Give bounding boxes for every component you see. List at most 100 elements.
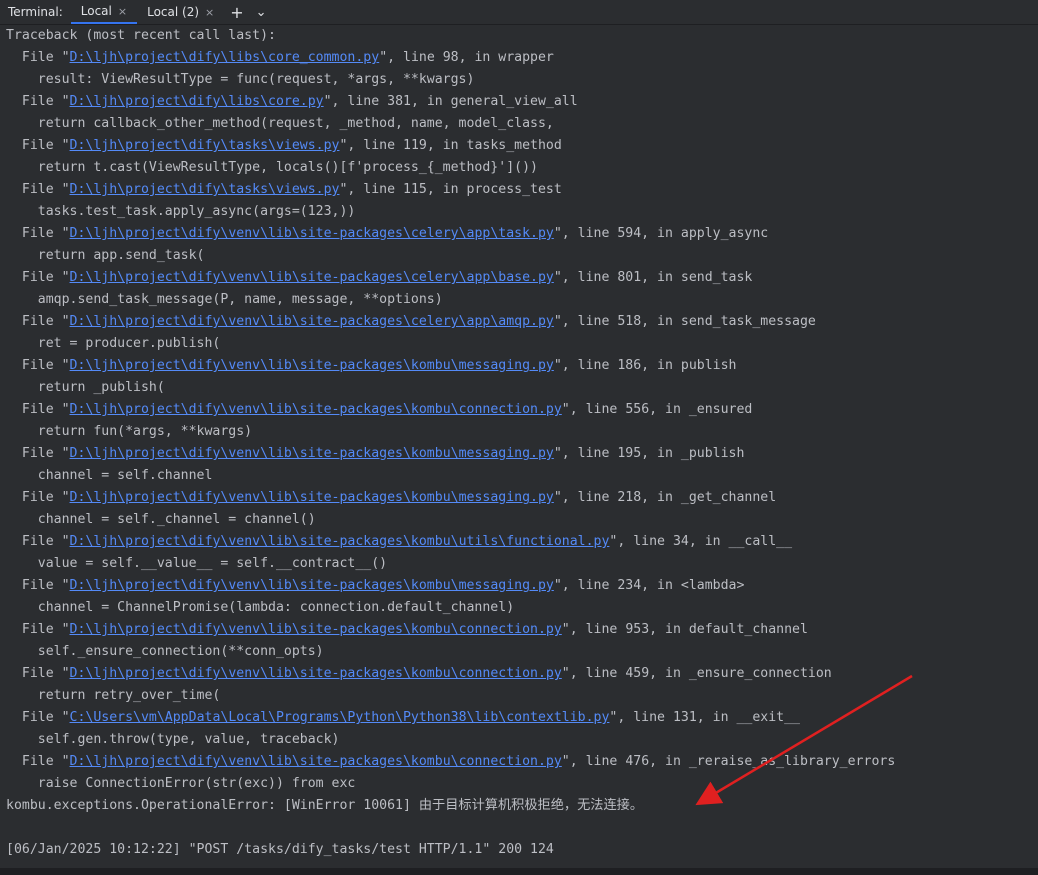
terminal-text: ", line 476, in _reraise_as_library_erro… (561, 754, 896, 769)
tab-local-2[interactable]: Local (2) × (137, 0, 224, 24)
file-path-link[interactable]: D:\ljh\project\dify\tasks\views.py (70, 138, 340, 153)
terminal-text: amqp.send_task_message(P, name, message,… (6, 292, 443, 307)
close-icon[interactable]: × (118, 5, 127, 18)
terminal-line: File "D:\ljh\project\dify\libs\core_comm… (6, 47, 554, 69)
terminal-text: ", line 381, in general_view_all (323, 94, 578, 109)
terminal-text: File " (6, 138, 70, 153)
file-path-link[interactable]: D:\ljh\project\dify\libs\core_common.py (70, 50, 380, 65)
terminal-line: File "C:\Users\vm\AppData\Local\Programs… (6, 707, 800, 729)
terminal-line: File "D:\ljh\project\dify\libs\core.py",… (6, 91, 578, 113)
file-path-link[interactable]: C:\Users\vm\AppData\Local\Programs\Pytho… (70, 710, 610, 725)
terminal-text: ", line 195, in _publish (553, 446, 745, 461)
terminal-text: result: ViewResultType = func(request, *… (6, 72, 475, 87)
terminal-line: File "D:\ljh\project\dify\venv\lib\site-… (6, 311, 816, 333)
file-path-link[interactable]: D:\ljh\project\dify\venv\lib\site-packag… (70, 402, 562, 417)
file-path-link[interactable]: D:\ljh\project\dify\venv\lib\site-packag… (70, 754, 562, 769)
terminal-text: ", line 98, in wrapper (379, 50, 554, 65)
tab-label: Local (2) (147, 5, 200, 19)
terminal-text: self._ensure_connection(**conn_opts) (6, 644, 324, 659)
terminal-text: ", line 801, in send_task (553, 270, 753, 285)
terminal-text: File " (6, 50, 70, 65)
terminal-text: File " (6, 666, 70, 681)
add-tab-icon[interactable]: + (224, 3, 249, 22)
terminal-line: File "D:\ljh\project\dify\tasks\views.py… (6, 135, 562, 157)
terminal-line: File "D:\ljh\project\dify\venv\lib\site-… (6, 399, 752, 421)
terminal-line: File "D:\ljh\project\dify\tasks\views.py… (6, 179, 562, 201)
chevron-down-icon[interactable]: ⌄ (250, 5, 273, 20)
terminal-line: File "D:\ljh\project\dify\venv\lib\site-… (6, 443, 745, 465)
terminal-text: return t.cast(ViewResultType, locals()[f… (6, 160, 538, 175)
terminal-text: File " (6, 578, 70, 593)
terminal-line: File "D:\ljh\project\dify\venv\lib\site-… (6, 663, 832, 685)
terminal-line: File "D:\ljh\project\dify\venv\lib\site-… (6, 619, 808, 641)
status-bar (0, 868, 1038, 875)
terminal-text: [06/Jan/2025 10:12:22] "POST /tasks/dify… (6, 842, 554, 857)
terminal-line: self.gen.throw(type, value, traceback) (6, 729, 340, 751)
terminal-text: tasks.test_task.apply_async(args=(123,)) (6, 204, 356, 219)
file-path-link[interactable]: D:\ljh\project\dify\venv\lib\site-packag… (70, 226, 554, 241)
terminal-text: File " (6, 534, 70, 549)
terminal-line: channel = self.channel (6, 465, 213, 487)
terminal-text: ", line 459, in _ensure_connection (561, 666, 832, 681)
terminal-text: return _publish( (6, 380, 165, 395)
terminal-text: channel = self.channel (6, 468, 213, 483)
terminal-line: channel = self._channel = channel() (6, 509, 316, 531)
terminal-output[interactable]: Traceback (most recent call last): File … (0, 25, 1038, 868)
terminal-line: return app.send_task( (6, 245, 205, 267)
file-path-link[interactable]: D:\ljh\project\dify\venv\lib\site-packag… (70, 578, 554, 593)
terminal-text: File " (6, 270, 70, 285)
file-path-link[interactable]: D:\ljh\project\dify\venv\lib\site-packag… (70, 666, 562, 681)
terminal-text: ", line 556, in _ensured (561, 402, 753, 417)
file-path-link[interactable]: D:\ljh\project\dify\libs\core.py (70, 94, 324, 109)
file-path-link[interactable]: D:\ljh\project\dify\tasks\views.py (70, 182, 340, 197)
file-path-link[interactable]: D:\ljh\project\dify\venv\lib\site-packag… (70, 534, 610, 549)
file-path-link[interactable]: D:\ljh\project\dify\venv\lib\site-packag… (70, 270, 554, 285)
terminal-line: return callback_other_method(request, _m… (6, 113, 554, 135)
terminal-line: value = self.__value__ = self.__contract… (6, 553, 387, 575)
terminal-text: raise ConnectionError(str(exc)) from exc (6, 776, 356, 791)
terminal-line: File "D:\ljh\project\dify\venv\lib\site-… (6, 267, 752, 289)
close-icon[interactable]: × (205, 6, 214, 19)
terminal-text: self.gen.throw(type, value, traceback) (6, 732, 340, 747)
terminal-text: ", line 953, in default_channel (561, 622, 808, 637)
terminal-line: raise ConnectionError(str(exc)) from exc (6, 773, 356, 795)
terminal-text: ret = producer.publish( (6, 336, 221, 351)
terminal-line: File "D:\ljh\project\dify\venv\lib\site-… (6, 487, 776, 509)
file-path-link[interactable]: D:\ljh\project\dify\venv\lib\site-packag… (70, 358, 554, 373)
terminal-line: kombu.exceptions.OperationalError: [WinE… (6, 795, 643, 817)
terminal-label: Terminal: (8, 5, 63, 19)
terminal-line: File "D:\ljh\project\dify\venv\lib\site-… (6, 575, 745, 597)
terminal-text: File " (6, 622, 70, 637)
terminal-line: [06/Jan/2025 10:12:22] "POST /tasks/dify… (6, 839, 554, 861)
terminal-text: File " (6, 182, 70, 197)
terminal-line: ret = producer.publish( (6, 333, 221, 355)
terminal-text: File " (6, 94, 70, 109)
terminal-line: File "D:\ljh\project\dify\venv\lib\site-… (6, 531, 792, 553)
terminal-text: return callback_other_method(request, _m… (6, 116, 554, 131)
terminal-line: return t.cast(ViewResultType, locals()[f… (6, 157, 538, 179)
terminal-line: tasks.test_task.apply_async(args=(123,)) (6, 201, 356, 223)
file-path-link[interactable]: D:\ljh\project\dify\venv\lib\site-packag… (70, 622, 562, 637)
terminal-line: channel = ChannelPromise(lambda: connect… (6, 597, 514, 619)
terminal-text: kombu.exceptions.OperationalError: [WinE… (6, 798, 644, 813)
tab-local[interactable]: Local × (70, 0, 138, 24)
file-path-link[interactable]: D:\ljh\project\dify\venv\lib\site-packag… (70, 446, 554, 461)
terminal-text: return retry_over_time( (6, 688, 221, 703)
terminal-text: File " (6, 314, 70, 329)
terminal-text: ", line 115, in process_test (339, 182, 562, 197)
terminal-text: File " (6, 710, 70, 725)
file-path-link[interactable]: D:\ljh\project\dify\venv\lib\site-packag… (70, 490, 554, 505)
terminal-text: ", line 234, in <lambda> (553, 578, 745, 593)
terminal-text: return app.send_task( (6, 248, 205, 263)
terminal-text: File " (6, 490, 70, 505)
terminal-line: File "D:\ljh\project\dify\venv\lib\site-… (6, 223, 768, 245)
terminal-tabbar: Terminal: Local × Local (2) × + ⌄ (0, 0, 1038, 25)
terminal-line: Traceback (most recent call last): (6, 25, 276, 47)
terminal-text: File " (6, 446, 70, 461)
terminal-line: File "D:\ljh\project\dify\venv\lib\site-… (6, 355, 737, 377)
terminal-text: ", line 186, in publish (553, 358, 737, 373)
terminal-text: Traceback (most recent call last): (6, 28, 276, 43)
terminal-text: ", line 594, in apply_async (553, 226, 769, 241)
terminal-text: File " (6, 754, 70, 769)
file-path-link[interactable]: D:\ljh\project\dify\venv\lib\site-packag… (70, 314, 554, 329)
